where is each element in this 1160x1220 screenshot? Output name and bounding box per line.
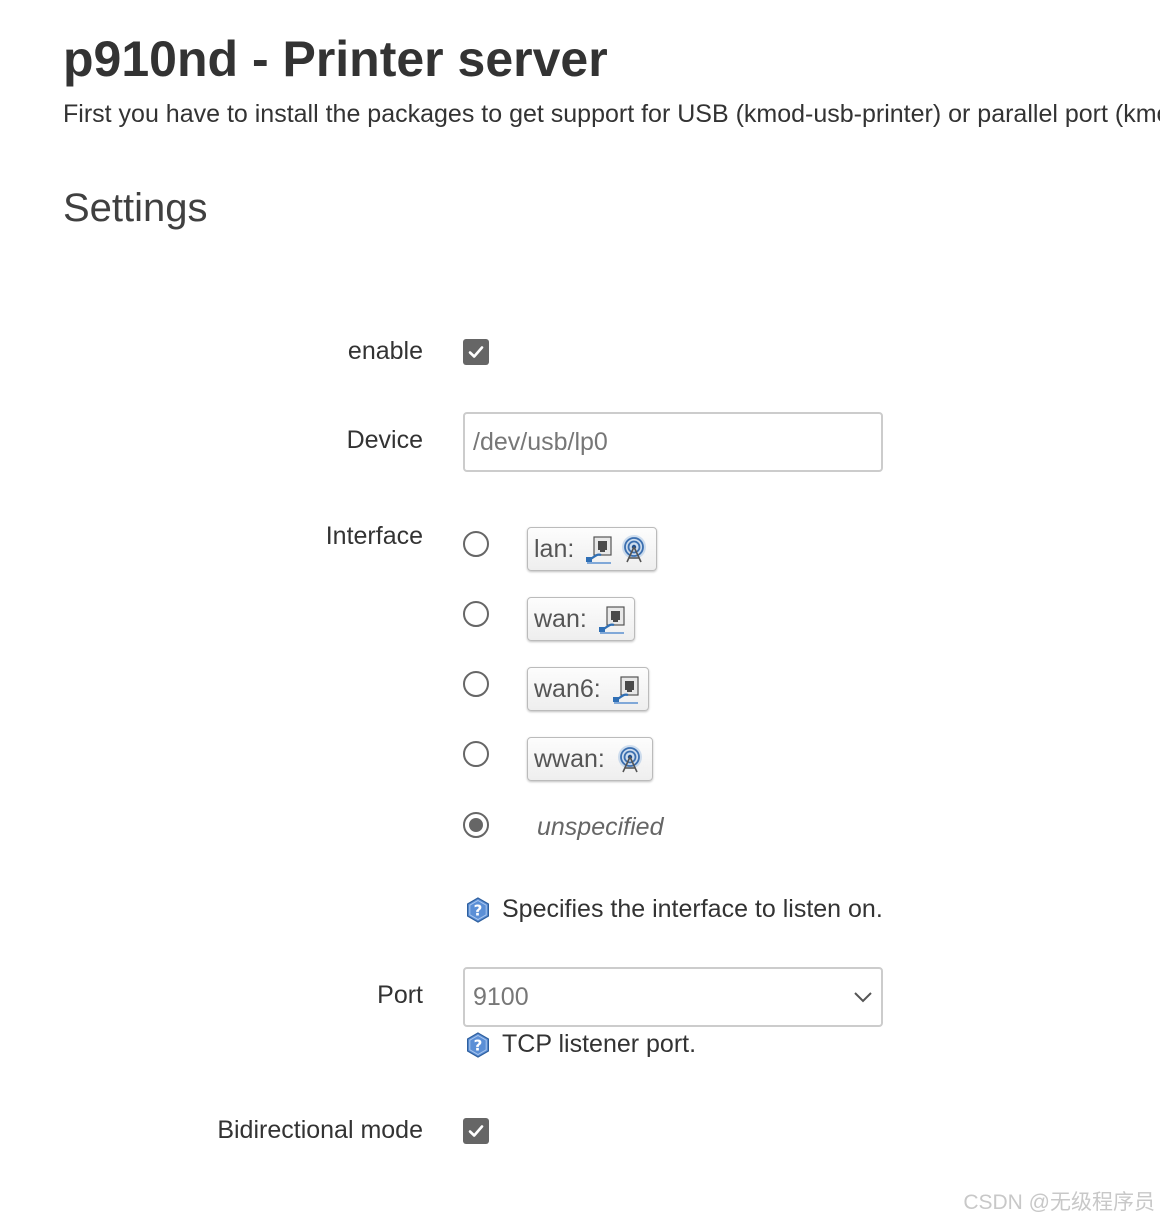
interface-name-wwan: wwan: xyxy=(534,744,605,773)
interface-badge-lan[interactable]: lan: xyxy=(527,527,658,571)
interface-badge-wwan[interactable]: wwan: xyxy=(527,737,653,781)
port-label: Port xyxy=(377,981,423,1009)
enable-label: enable xyxy=(347,337,423,365)
interface-badge-wan6[interactable]: wan6: xyxy=(527,667,649,711)
svg-text:?: ? xyxy=(474,901,483,919)
bidirectional-checkbox[interactable] xyxy=(463,1118,489,1144)
wireless-icon xyxy=(617,745,642,773)
interface-radio-unspecified[interactable] xyxy=(463,812,489,838)
interface-label: Interface xyxy=(325,522,423,550)
section-title: Settings xyxy=(63,186,208,230)
page-title: p910nd - Printer server xyxy=(63,31,608,87)
enable-checkbox[interactable] xyxy=(463,339,489,365)
interface-name-lan: lan: xyxy=(534,534,575,563)
device-input[interactable]: /dev/usb/lp0 xyxy=(463,412,883,472)
device-label: Device xyxy=(346,426,423,454)
bidirectional-label: Bidirectional mode xyxy=(217,1116,423,1144)
interface-radio-wan6[interactable] xyxy=(463,671,489,697)
port-value: 9100 xyxy=(473,983,529,1011)
port-help-text: TCP listener port. xyxy=(502,1030,697,1058)
interface-badge-wan[interactable]: wan: xyxy=(527,597,635,641)
help-icon: ? xyxy=(467,1031,489,1058)
interface-name-wan: wan: xyxy=(534,604,587,633)
wireless-icon xyxy=(622,535,647,563)
interface-radio-wan[interactable] xyxy=(463,601,489,627)
page-description: First you have to install the packages t… xyxy=(63,100,1160,128)
interface-radio-wwan[interactable] xyxy=(463,741,489,767)
interface-help: ? Specifies the interface to listen on. xyxy=(464,895,883,924)
watermark: CSDN @无级程序员 xyxy=(963,1191,1155,1214)
page: p910nd - Printer server First you have t… xyxy=(0,0,1160,1220)
interface-radio-lan[interactable] xyxy=(463,531,489,557)
ethernet-port-icon xyxy=(598,606,625,634)
interface-name-wan6: wan6: xyxy=(534,674,601,703)
svg-text:?: ? xyxy=(474,1036,483,1054)
chevron-down-icon xyxy=(854,992,872,1003)
ethernet-port-icon xyxy=(586,536,612,564)
port-select[interactable]: 9100 xyxy=(463,967,883,1027)
checkmark-icon xyxy=(468,1125,484,1137)
port-help: ? TCP listener port. xyxy=(464,1030,696,1059)
help-icon: ? xyxy=(467,896,489,923)
checkmark-icon xyxy=(468,346,484,358)
ethernet-port-icon xyxy=(612,676,639,704)
interface-help-text: Specifies the interface to listen on. xyxy=(502,895,883,923)
interface-unspecified-label: unspecified xyxy=(537,813,664,841)
